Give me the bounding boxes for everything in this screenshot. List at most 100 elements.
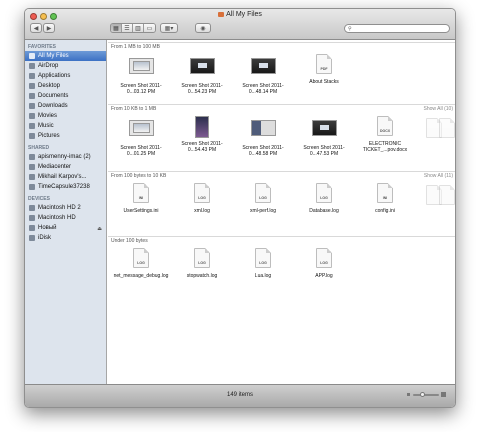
sidebar-item[interactable]: Pictures [25, 131, 106, 141]
all-files-icon [29, 53, 35, 59]
file-item[interactable]: Screen Shot 2011-0...48.14 PM [233, 54, 293, 95]
arrange-grid-icon: ▦▾ [164, 25, 174, 32]
file-item[interactable]: LOG xml.log [172, 183, 232, 214]
section-header: From 1 MB to 100 MB [108, 42, 455, 50]
pictures-icon [29, 133, 35, 139]
screenshot-thumbnail [128, 58, 154, 74]
section-header: From 10 KB to 1 MB Show All (10) [108, 104, 455, 113]
devices-header: DEVICES [28, 196, 50, 202]
sidebar-item[interactable]: Documents [25, 91, 106, 101]
finder-window: All My Files ◀ ▶ ▦ ☰ ▥ ▭ ▦▾ ◉ ⚲ FAVORITE… [24, 8, 456, 408]
column-view-icon[interactable]: ▥ [133, 24, 144, 32]
file-type-tag: INI [138, 196, 144, 200]
file-item[interactable]: LOG net_message_debug.log [111, 248, 171, 279]
file-item[interactable]: INI config.ini [355, 183, 415, 214]
hard-drive-icon [29, 225, 35, 231]
list-view-icon[interactable]: ☰ [122, 24, 133, 32]
slider-knob[interactable] [420, 392, 425, 397]
section-title: From 1 MB to 100 MB [111, 44, 160, 50]
file-item[interactable]: Screen Shot 2011-0...47.53 PM [294, 116, 354, 157]
sidebar-item[interactable]: Macintosh HD [25, 213, 106, 223]
sidebar-item[interactable]: Music [25, 121, 106, 131]
file-name: Screen Shot 2011-0...48.14 PM [242, 83, 284, 95]
file-item[interactable]: PDF About Stacks [294, 54, 354, 85]
coverflow-view-icon[interactable]: ▭ [144, 24, 155, 32]
show-all-link[interactable]: Show All (10) [424, 105, 453, 113]
documents-icon [29, 93, 35, 99]
file-thumbnail: LOG [294, 248, 354, 272]
file-item[interactable]: Screen Shot 2011-0...03.12 PM [111, 54, 171, 95]
status-bar: 149 items [25, 384, 455, 407]
file-item[interactable]: DOCX ELECTRONIC TICKET_...pov.docx [355, 116, 415, 153]
sidebar-item-label: Documents [38, 93, 69, 99]
file-browser: From 1 MB to 100 MB Screen Shot 2011-0...… [108, 40, 455, 385]
document-icon: LOG [194, 183, 210, 203]
file-thumbnail [294, 120, 354, 144]
sidebar-item-label: Mikhail Karpov's... [38, 174, 87, 180]
sidebar-item[interactable]: iDisk [25, 233, 106, 243]
sidebar-item[interactable]: apismenny-imac (2) [25, 152, 106, 162]
back-button[interactable]: ◀ [30, 23, 42, 33]
document-icon: LOG [255, 183, 271, 203]
view-switcher: ▦ ☰ ▥ ▭ [110, 23, 156, 33]
file-item[interactable]: LOG APP.log [294, 248, 354, 279]
arrange-button[interactable]: ▦▾ [160, 23, 178, 33]
file-name: xml.log [194, 208, 210, 214]
sidebar-item-label: All My Files [38, 53, 69, 59]
file-thumbnail: LOG [233, 183, 293, 207]
document-icon: DOCX [377, 116, 393, 136]
show-all-link[interactable]: Show All (11) [424, 172, 453, 180]
search-field[interactable]: ⚲ [344, 24, 450, 33]
document-icon: INI [133, 183, 149, 203]
sidebar-item[interactable]: All My Files [25, 51, 106, 61]
file-thumbnail: PDF [294, 54, 354, 78]
file-item[interactable]: LOG Database.log [294, 183, 354, 214]
sidebar-item-label: Новый [38, 225, 57, 231]
large-icon-size-icon [441, 392, 446, 397]
file-item[interactable]: LOG Lua.log [233, 248, 293, 279]
file-item[interactable]: Screen Shot 2011-0...54.23 PM [172, 54, 232, 95]
macbook-icon [29, 174, 35, 180]
file-name: APP.log [315, 273, 333, 279]
sidebar-item[interactable]: Applications [25, 71, 106, 81]
file-type-tag: LOG [198, 261, 206, 265]
document-icon: LOG [255, 248, 271, 268]
file-thumbnail: LOG [233, 248, 293, 272]
file-thumbnail: INI [111, 183, 171, 207]
timecapsule-icon [29, 184, 35, 190]
search-input[interactable] [353, 25, 444, 32]
sidebar-item[interactable]: Movies [25, 111, 106, 121]
file-item[interactable]: LOG xml-perf.log [233, 183, 293, 214]
quicklook-button[interactable]: ◉ [195, 23, 211, 33]
file-type-tag: LOG [198, 196, 206, 200]
sidebar-item[interactable]: Macintosh HD 2 [25, 203, 106, 213]
sidebar-item[interactable]: Mikhail Karpov's... [25, 172, 106, 182]
sidebar-item-label: Desktop [38, 83, 61, 89]
document-icon: LOG [133, 248, 149, 268]
sidebar-item[interactable]: Mediacenter [25, 162, 106, 172]
icon-view-icon[interactable]: ▦ [111, 24, 122, 32]
sidebar-item[interactable]: AirDrop [25, 61, 106, 71]
file-item[interactable]: Screen Shot 2011-0...48.58 PM [233, 116, 293, 157]
section-header: Under 100 bytes [108, 236, 455, 244]
section-title: Under 100 bytes [111, 238, 148, 244]
forward-button[interactable]: ▶ [43, 23, 55, 33]
document-icon: LOG [316, 248, 332, 268]
file-item[interactable]: LOG stopwatch.log [172, 248, 232, 279]
search-icon: ⚲ [348, 25, 352, 32]
file-name: Screen Shot 2011-0...03.12 PM [120, 83, 162, 95]
sidebar-item-label: iDisk [38, 235, 51, 241]
file-item[interactable]: INI UserSettings.ini [111, 183, 171, 214]
icon-size-slider[interactable] [413, 394, 439, 396]
sidebar-item[interactable]: Downloads [25, 101, 106, 111]
section-title: From 10 KB to 1 MB [111, 106, 157, 112]
sidebar-item[interactable]: TimeCapsule37238 [25, 182, 106, 192]
music-icon [29, 123, 35, 129]
file-thumbnail [111, 120, 171, 144]
file-item[interactable]: Screen Shot 2011-0...54.43 PM [172, 116, 232, 153]
file-thumbnail: DOCX [355, 116, 415, 140]
sidebar-item-label: Macintosh HD [38, 215, 76, 221]
sidebar-item[interactable]: Desktop [25, 81, 106, 91]
file-item[interactable]: Screen Shot 2011-0...01.25 PM [111, 116, 171, 157]
sidebar-item[interactable]: Новый ⏏ [25, 223, 106, 233]
